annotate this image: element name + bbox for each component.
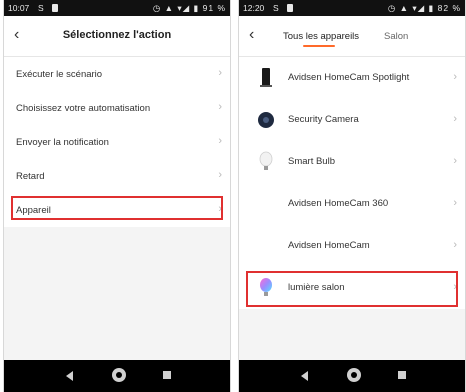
device-label: Security Camera bbox=[288, 114, 359, 125]
device-row[interactable]: Avidsen HomeCam › bbox=[239, 225, 465, 267]
nav-back-icon[interactable] bbox=[301, 371, 308, 381]
status-signal-icons: ◷ ▲ ▾◢ ▮ bbox=[152, 3, 200, 13]
device-label: Smart Bulb bbox=[288, 156, 335, 167]
list-item-label: Exécuter le scénario bbox=[16, 69, 103, 80]
status-battery-text: ◷ ▲ ▾◢ ▮ 91 % bbox=[153, 0, 226, 16]
status-bar: 10:07 S ◷ ▲ ▾◢ ▮ 91 % bbox=[4, 0, 230, 16]
status-time: 12:20 bbox=[243, 3, 265, 13]
chevron-right-icon: › bbox=[453, 113, 457, 125]
android-nav-bar bbox=[239, 360, 465, 392]
list-item-label: Choisissez votre automatisation bbox=[16, 103, 151, 114]
battery-level: 91 % bbox=[202, 3, 226, 13]
device-row[interactable]: Smart Bulb › bbox=[239, 141, 465, 183]
dome-camera-icon bbox=[255, 107, 277, 133]
chevron-right-icon: › bbox=[453, 71, 457, 83]
device-list: Avidsen HomeCam Spotlight › Security Cam… bbox=[239, 57, 465, 360]
nav-recent-apps-icon[interactable] bbox=[163, 371, 171, 379]
nav-home-icon[interactable] bbox=[112, 368, 126, 382]
list-item-delay[interactable]: Retard › bbox=[4, 159, 230, 193]
android-nav-bar bbox=[4, 360, 230, 392]
status-app-icon bbox=[52, 4, 58, 12]
app-header: ‹ Sélectionnez l'action bbox=[4, 16, 230, 57]
status-battery-text: ◷ ▲ ▾◢ ▮ 82 % bbox=[388, 0, 461, 16]
active-tab-indicator bbox=[303, 45, 335, 47]
list-item-label: Retard bbox=[16, 171, 45, 182]
chevron-right-icon: › bbox=[453, 197, 457, 209]
device-label: Avidsen HomeCam bbox=[288, 240, 370, 251]
status-bar: 12:20 S ◷ ▲ ▾◢ ▮ 82 % bbox=[239, 0, 465, 16]
lumiere-salon-highlight-box bbox=[246, 271, 458, 307]
spotlight-camera-icon bbox=[255, 65, 277, 91]
device-label: Avidsen HomeCam Spotlight bbox=[288, 72, 410, 83]
nav-home-icon[interactable] bbox=[347, 368, 361, 382]
tab-salon[interactable]: Salon bbox=[384, 31, 408, 42]
device-highlight-box bbox=[11, 196, 223, 220]
nav-recent-apps-icon[interactable] bbox=[398, 371, 406, 379]
right-phone-screen: 12:20 S ◷ ▲ ▾◢ ▮ 82 % ‹ Tous les apparei… bbox=[239, 0, 465, 392]
chevron-right-icon: › bbox=[453, 155, 457, 167]
tab-all-devices[interactable]: Tous les appareils bbox=[283, 31, 359, 42]
action-list: Exécuter le scénario › Choisissez votre … bbox=[4, 57, 230, 360]
status-app-icon bbox=[287, 4, 293, 12]
status-signal-icons: ◷ ▲ ▾◢ ▮ bbox=[387, 3, 435, 13]
bulb-icon bbox=[255, 149, 277, 175]
status-time: 10:07 bbox=[8, 3, 30, 13]
device-row[interactable]: Avidsen HomeCam Spotlight › bbox=[239, 57, 465, 99]
list-item-notification[interactable]: Envoyer la notification › bbox=[4, 125, 230, 159]
chevron-right-icon: › bbox=[453, 239, 457, 251]
chevron-right-icon: › bbox=[218, 135, 222, 147]
device-row[interactable]: Avidsen HomeCam 360 › bbox=[239, 183, 465, 225]
device-label: Avidsen HomeCam 360 bbox=[288, 198, 389, 209]
list-item-label: Envoyer la notification bbox=[16, 137, 109, 148]
battery-level: 82 % bbox=[437, 3, 461, 13]
status-notification-icon: S bbox=[273, 3, 279, 13]
list-item-run-scene[interactable]: Exécuter le scénario › bbox=[4, 57, 230, 91]
status-notification-icon: S bbox=[38, 3, 44, 13]
device-tabs: ‹ Tous les appareils Salon bbox=[239, 16, 465, 57]
nav-back-icon[interactable] bbox=[66, 371, 73, 381]
left-phone-screen: 10:07 S ◷ ▲ ▾◢ ▮ 91 % ‹ Sélectionnez l'a… bbox=[4, 0, 230, 392]
page-title: Sélectionnez l'action bbox=[62, 29, 172, 41]
chevron-right-icon: › bbox=[218, 169, 222, 181]
chevron-right-icon: › bbox=[218, 101, 222, 113]
back-arrow-icon[interactable]: ‹ bbox=[249, 26, 254, 44]
device-row[interactable]: Security Camera › bbox=[239, 99, 465, 141]
chevron-right-icon: › bbox=[218, 67, 222, 79]
list-item-automation[interactable]: Choisissez votre automatisation › bbox=[4, 91, 230, 125]
